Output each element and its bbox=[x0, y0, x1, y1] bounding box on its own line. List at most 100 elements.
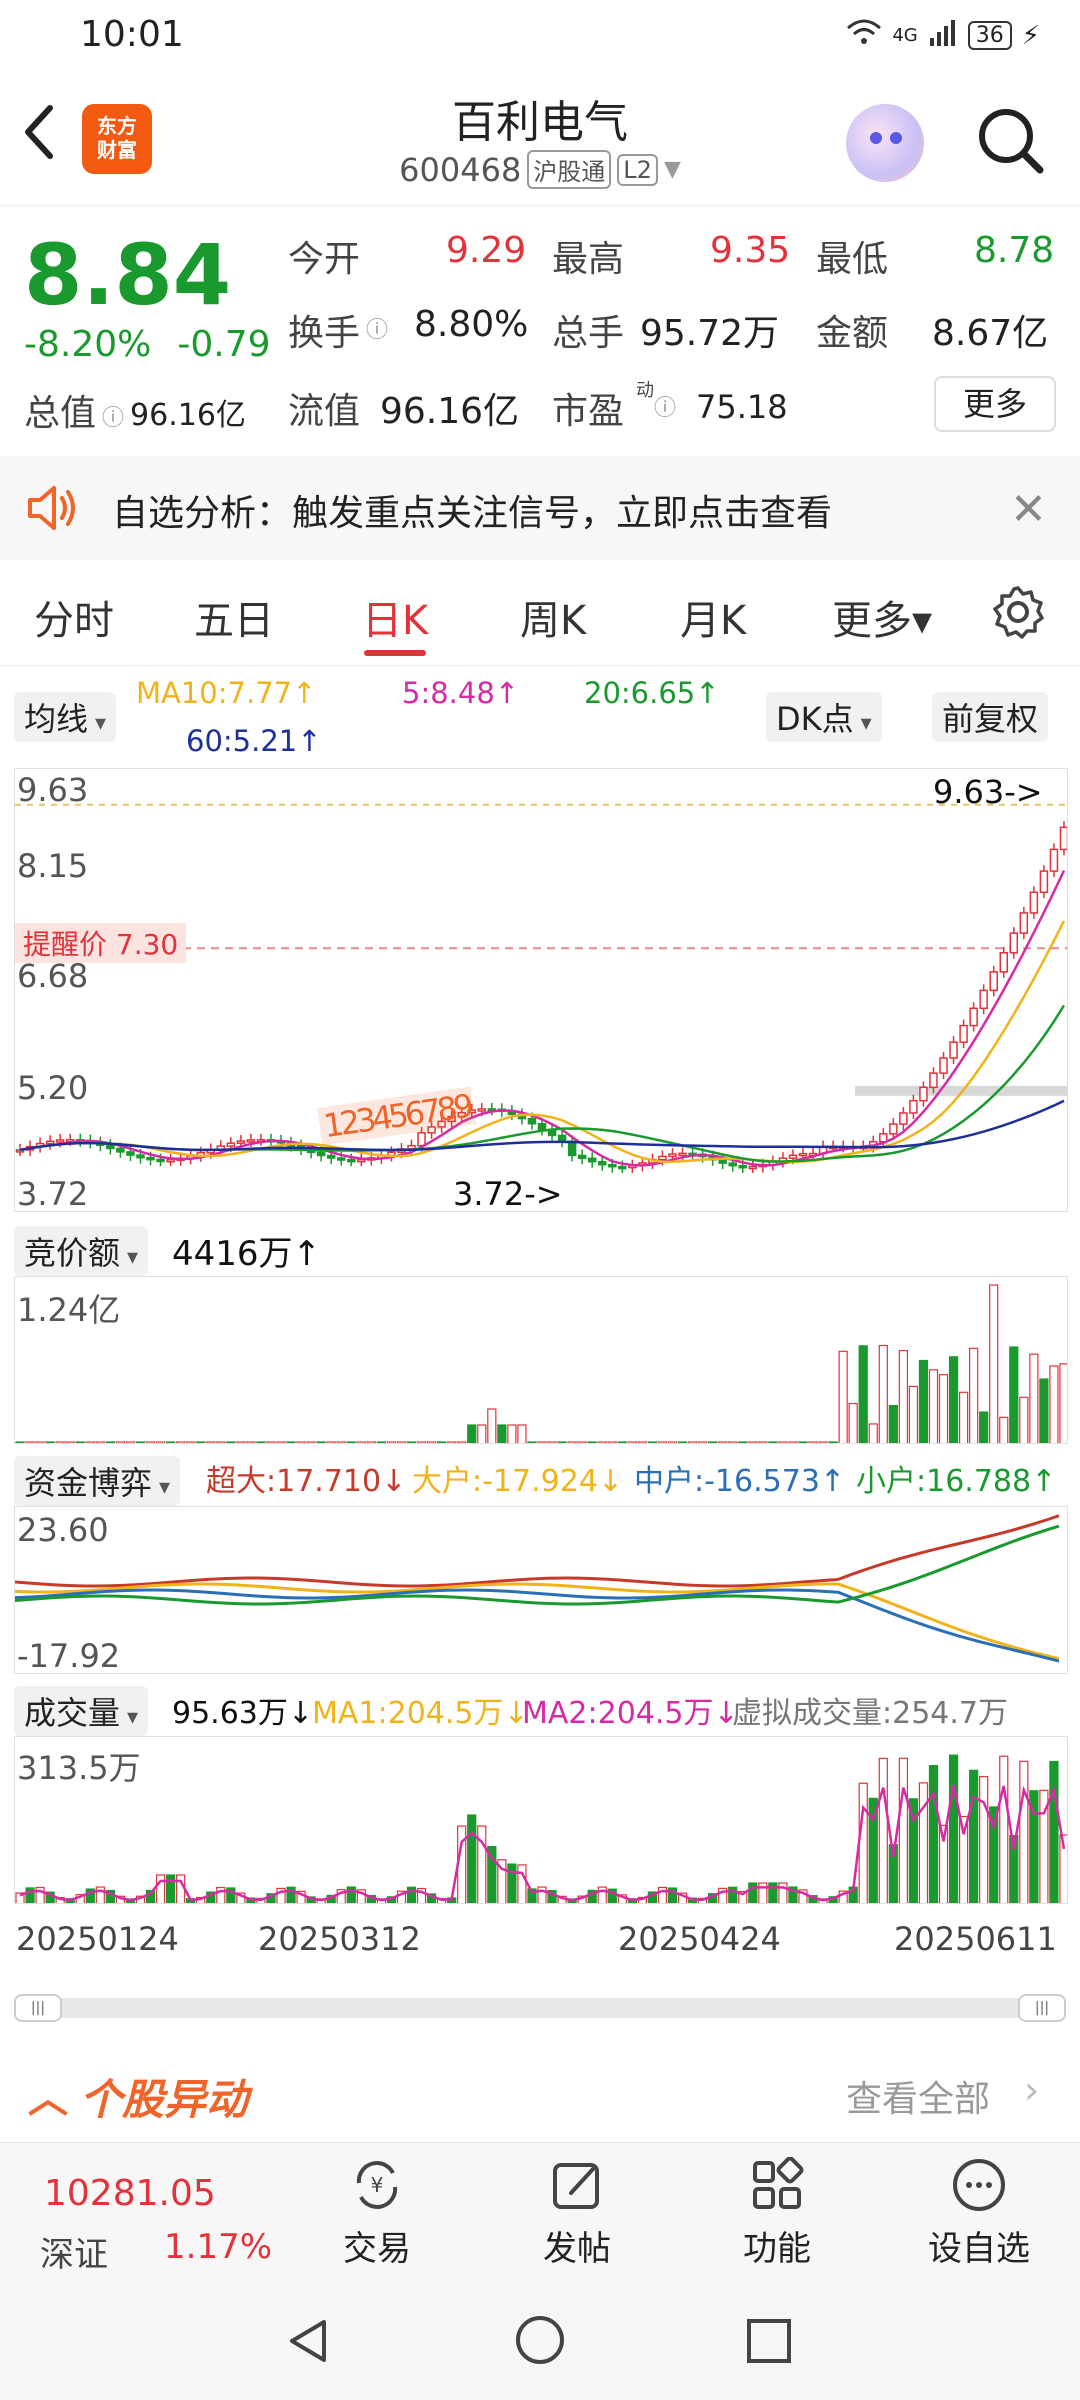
candle-body bbox=[587, 1157, 597, 1163]
volume-dropdown[interactable]: 成交量 bbox=[14, 1686, 149, 1736]
candle-body bbox=[668, 1153, 677, 1158]
nav-add-watchlist[interactable]: 设自选 bbox=[914, 2157, 1044, 2270]
range-handle-right[interactable]: ||| bbox=[1018, 1994, 1066, 2022]
chevron-up-icon: ︿ bbox=[28, 2076, 68, 2122]
stock-activity-section[interactable]: ︿ 个股异动 查看全部 › bbox=[0, 2048, 1080, 2142]
auction-bar bbox=[828, 1441, 838, 1443]
auction-bar bbox=[406, 1441, 417, 1443]
back-icon[interactable] bbox=[20, 102, 70, 172]
system-home-icon[interactable] bbox=[514, 2314, 566, 2370]
auction-bar bbox=[868, 1423, 878, 1443]
candle-body bbox=[999, 952, 1009, 973]
nav-functions[interactable]: 功能 bbox=[712, 2156, 842, 2270]
info-icon[interactable]: ⓘ bbox=[366, 312, 388, 344]
fund-flow-chart[interactable]: 23.60 -17.92 bbox=[14, 1506, 1068, 1674]
candle-body bbox=[899, 1112, 908, 1125]
stock-code-row[interactable]: 600468 沪股通 L2 ▼ bbox=[380, 150, 700, 189]
candle-body bbox=[417, 1132, 426, 1147]
candle-body bbox=[316, 1151, 326, 1157]
auction-bar bbox=[748, 1441, 758, 1443]
more-button[interactable]: 更多 bbox=[934, 376, 1056, 432]
tab-daily-k[interactable]: 日K bbox=[362, 588, 428, 646]
dk-point-dropdown[interactable]: DK点 bbox=[766, 692, 882, 742]
auction-bar bbox=[226, 1441, 236, 1443]
candle-body bbox=[1009, 932, 1019, 954]
volume-bar bbox=[1049, 1760, 1059, 1903]
tab-five-day[interactable]: 五日 bbox=[194, 588, 274, 646]
tab-intraday[interactable]: 分时 bbox=[34, 588, 114, 646]
max-price-marker: 9.63-> bbox=[933, 773, 1043, 811]
auction-bar bbox=[125, 1441, 136, 1443]
alert-banner[interactable]: 自选分析：触发重点关注信号，立即点击查看 ✕ bbox=[0, 456, 1080, 560]
candle-body bbox=[939, 1057, 948, 1074]
candle-body bbox=[1059, 826, 1067, 851]
auction-bar bbox=[848, 1402, 858, 1443]
nav-functions-label: 功能 bbox=[743, 2229, 811, 2269]
auction-bar bbox=[276, 1441, 286, 1443]
pe-label: 市盈 bbox=[552, 391, 625, 432]
auction-svg bbox=[15, 1284, 1067, 1443]
nav-trade[interactable]: ¥ 交易 bbox=[312, 2157, 442, 2270]
nav-add-watchlist-label: 设自选 bbox=[928, 2229, 1030, 2269]
volume-bar bbox=[155, 1874, 166, 1903]
trade-icon: ¥ bbox=[349, 2157, 405, 2213]
candle-body bbox=[929, 1072, 938, 1089]
system-back-icon[interactable] bbox=[284, 2316, 334, 2370]
info-icon[interactable]: ⓘ bbox=[102, 400, 124, 432]
fund-flow-dropdown[interactable]: 资金博弈 bbox=[14, 1456, 181, 1506]
high-label: 最高 bbox=[552, 239, 625, 280]
fund-flow-svg bbox=[15, 1514, 1060, 1663]
indicator-dropdown[interactable]: 均线 bbox=[14, 692, 117, 742]
chart-range-track[interactable]: ||| ||| bbox=[14, 1994, 1066, 2022]
nav-post[interactable]: 发帖 bbox=[512, 2157, 642, 2270]
auction-bar bbox=[145, 1441, 156, 1443]
auction-bar bbox=[908, 1385, 919, 1443]
stock-header: 东方 财富 百利电气 600468 沪股通 L2 ▼ bbox=[0, 72, 1080, 206]
view-all-link[interactable]: 查看全部 bbox=[846, 2070, 990, 2122]
search-icon[interactable] bbox=[976, 106, 1046, 176]
auction-bar bbox=[979, 1411, 989, 1443]
gear-icon[interactable] bbox=[990, 584, 1046, 640]
index-change[interactable]: 1.17% bbox=[164, 2227, 272, 2267]
candle-body bbox=[969, 1007, 978, 1027]
auction-bar bbox=[246, 1441, 256, 1443]
auction-chart[interactable]: 1.24亿 bbox=[14, 1276, 1068, 1444]
auction-bar bbox=[627, 1441, 637, 1443]
candle-body bbox=[336, 1157, 346, 1161]
x-date-2: 20250312 bbox=[258, 1920, 421, 1958]
tab-more[interactable]: 更多▾ bbox=[832, 588, 932, 646]
auction-bar bbox=[206, 1441, 216, 1443]
kline-svg bbox=[15, 803, 1067, 1173]
auction-bar bbox=[517, 1424, 527, 1443]
auction-bar bbox=[838, 1350, 848, 1443]
stock-code: 600468 bbox=[399, 150, 522, 189]
auction-bar bbox=[557, 1441, 567, 1443]
range-handle-left[interactable]: ||| bbox=[14, 1994, 62, 2022]
assistant-robot-icon[interactable] bbox=[846, 104, 924, 182]
network-type: 4G bbox=[892, 25, 918, 46]
volume-label: 总手 bbox=[552, 313, 625, 354]
charging-icon: ⚡ bbox=[1021, 20, 1040, 51]
volume-y-max: 313.5万 bbox=[17, 1749, 141, 1787]
status-time: 10:01 bbox=[80, 14, 184, 55]
adjust-button[interactable]: 前复权 bbox=[932, 692, 1049, 742]
info-icon[interactable]: ⓘ bbox=[654, 390, 676, 422]
brand-logo[interactable]: 东方 财富 bbox=[82, 104, 152, 174]
auction-bar bbox=[366, 1441, 376, 1443]
candle-body bbox=[1029, 891, 1039, 914]
auction-bar bbox=[296, 1441, 306, 1443]
volume-bar bbox=[969, 1769, 979, 1903]
auction-dropdown[interactable]: 竞价额 bbox=[14, 1226, 149, 1276]
candle-body bbox=[1039, 870, 1049, 894]
close-icon[interactable]: ✕ bbox=[1010, 484, 1047, 535]
amount-label: 金额 bbox=[816, 313, 889, 354]
tab-weekly-k[interactable]: 周K bbox=[520, 588, 586, 646]
index-name[interactable]: 深证 bbox=[40, 2227, 108, 2276]
index-value[interactable]: 10281.05 bbox=[44, 2173, 216, 2214]
kline-chart[interactable]: 9.63 8.15 6.68 5.20 3.72 提醒价 7.30 9.63->… bbox=[14, 768, 1068, 1212]
tab-monthly-k[interactable]: 月K bbox=[680, 588, 746, 646]
candle-body bbox=[577, 1154, 587, 1160]
system-recents-icon[interactable] bbox=[744, 2316, 794, 2370]
alert-price-label[interactable]: 提醒价 7.30 bbox=[15, 923, 187, 963]
volume-chart[interactable]: 313.5万 bbox=[14, 1736, 1068, 1904]
